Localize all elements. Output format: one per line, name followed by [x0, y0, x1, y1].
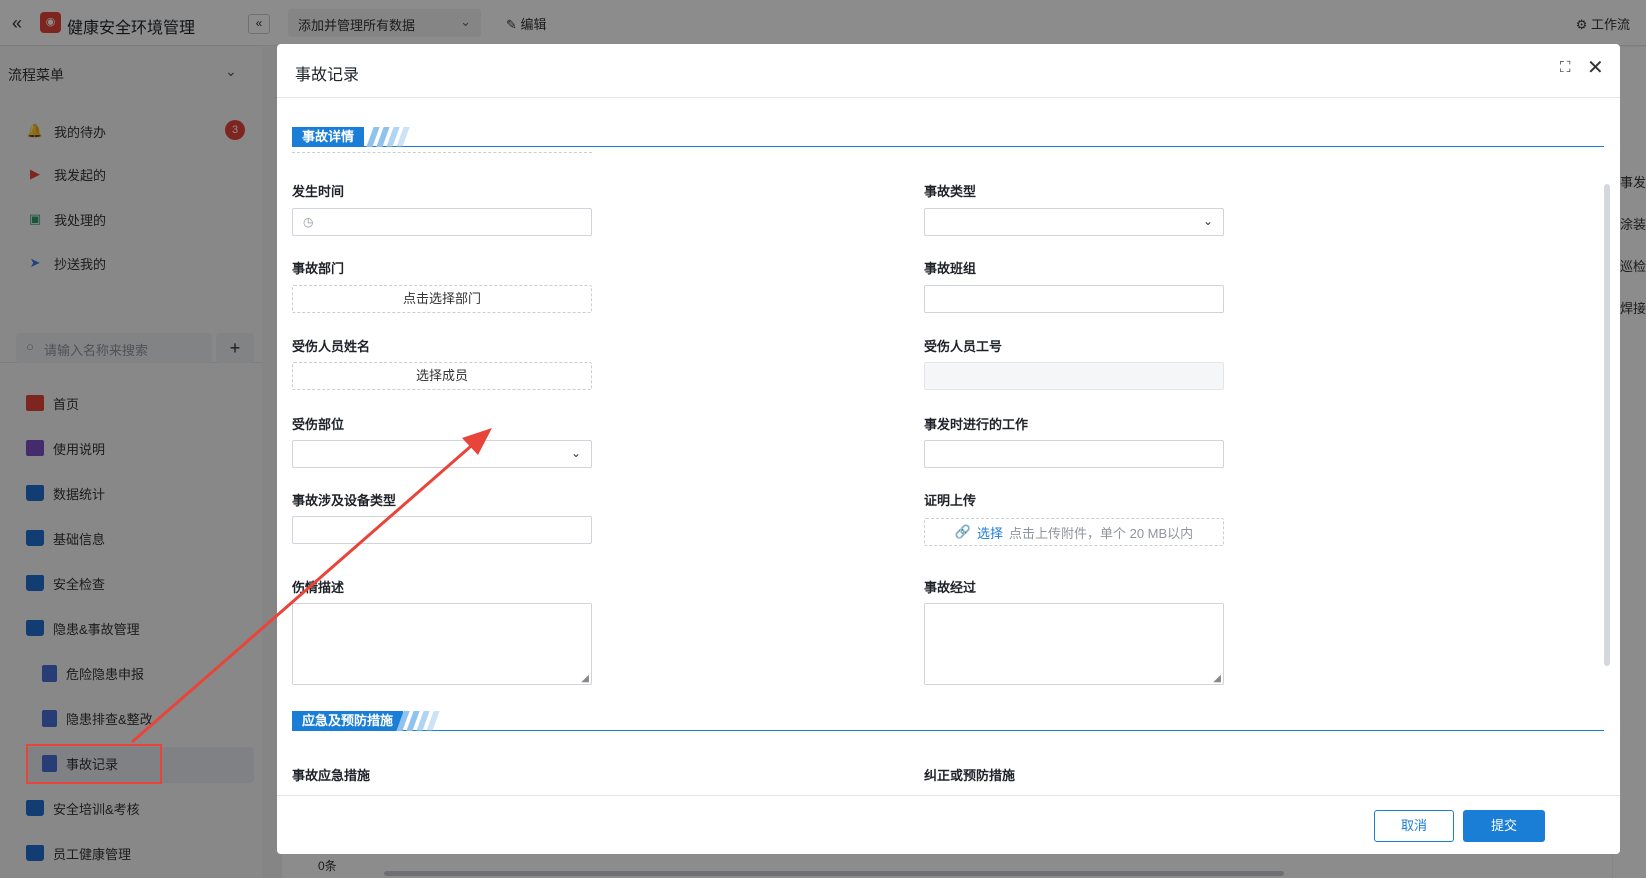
field-label: 事故涉及设备类型: [292, 493, 397, 508]
field-label: 事故经过: [924, 580, 977, 595]
modal-header: 事故记录 ⛶ ✕: [277, 44, 1620, 98]
section-title: 应急及预防措施: [292, 711, 404, 731]
member-picker[interactable]: 选择成员: [292, 362, 592, 390]
accident-record-modal: 事故记录 ⛶ ✕ 事故详情 发生时间 ◷ 事故类型 ⌄ 事故部门 点击选择部门 …: [277, 44, 1620, 854]
accident-type-select[interactable]: ⌄: [924, 208, 1224, 236]
field-label: 发生时间: [292, 184, 345, 199]
modal-footer: 取消 提交: [277, 795, 1620, 854]
field-label: 事发时进行的工作: [924, 417, 1029, 432]
field-label: 事故班组: [924, 261, 977, 276]
section-accident-detail: 事故详情: [292, 125, 1604, 147]
equipment-type-input[interactable]: [292, 516, 592, 544]
attachment-icon: 🔗: [954, 524, 971, 539]
field-label: 受伤人员姓名: [292, 339, 371, 354]
field-label: 事故应急措施: [292, 768, 371, 783]
cancel-button[interactable]: 取消: [1374, 810, 1454, 842]
close-icon[interactable]: ✕: [1587, 55, 1604, 80]
field-label: 受伤人员工号: [924, 339, 1003, 354]
dept-picker[interactable]: 点击选择部门: [292, 285, 592, 313]
section-emergency-prevention: 应急及预防措施: [292, 709, 1604, 731]
resize-grip-icon[interactable]: ◢: [581, 673, 589, 684]
proof-upload-field[interactable]: 🔗 选择 点击上传附件，单个 20 MB以内: [924, 518, 1224, 546]
occur-time-picker[interactable]: ◷: [292, 208, 592, 236]
clock-icon: ◷: [303, 215, 314, 229]
chevron-down-icon: ⌄: [1202, 214, 1213, 228]
stripe-decoration: [396, 711, 444, 731]
modal-title: 事故记录: [295, 67, 360, 84]
resize-grip-icon[interactable]: ◢: [1213, 673, 1221, 684]
stripe-decoration: [366, 127, 414, 147]
modal-scrollbar[interactable]: [1604, 184, 1610, 666]
field-label: 事故部门: [292, 261, 345, 276]
fullscreen-icon[interactable]: ⛶: [1560, 59, 1571, 76]
submit-button[interactable]: 提交: [1463, 810, 1545, 842]
field-label: 受伤部位: [292, 417, 345, 432]
annotation-highlight-box: [26, 744, 162, 784]
field-label: 伤情描述: [292, 580, 345, 595]
upload-hint: 点击上传附件，单个 20 MB以内: [1009, 525, 1194, 541]
injured-part-select[interactable]: ⌄: [292, 440, 592, 468]
work-at-time-input[interactable]: [924, 440, 1224, 468]
field-label: 证明上传: [924, 493, 977, 508]
upload-select-link[interactable]: 选择: [977, 523, 1003, 542]
accident-process-textarea[interactable]: ◢: [924, 603, 1224, 685]
field-label: 事故类型: [924, 184, 977, 199]
team-input[interactable]: [924, 285, 1224, 313]
chevron-down-icon: ⌄: [570, 446, 581, 460]
injury-description-textarea[interactable]: ◢: [292, 603, 592, 685]
section-title: 事故详情: [292, 127, 365, 147]
employee-id-field: [924, 362, 1224, 390]
field-label: 纠正或预防措施: [924, 768, 1016, 783]
